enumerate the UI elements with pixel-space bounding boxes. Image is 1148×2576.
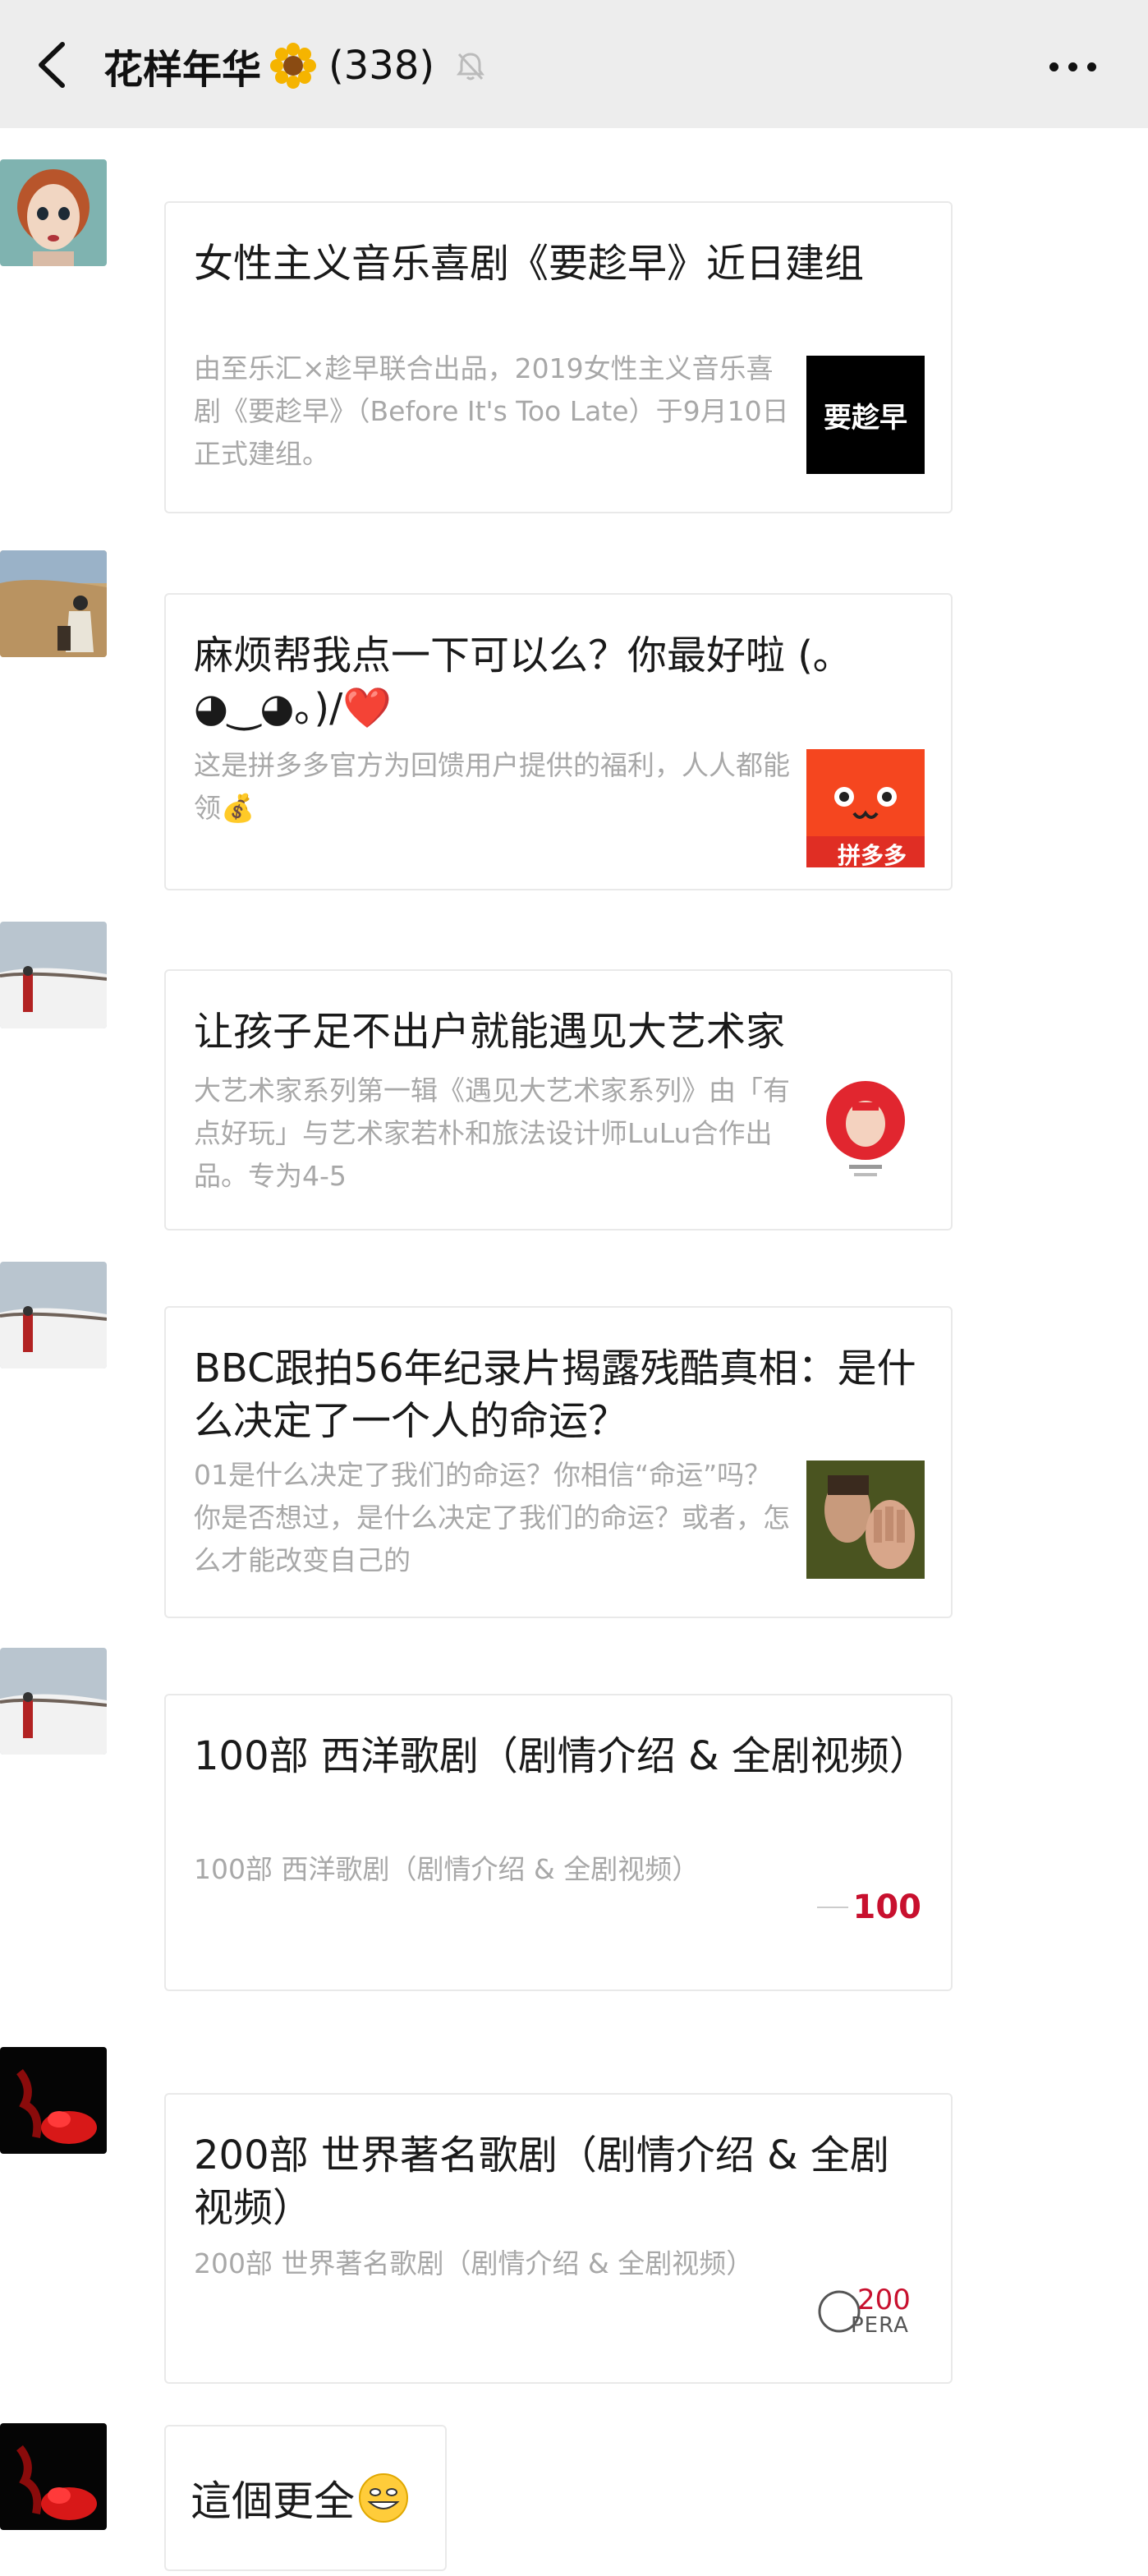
card-thumbnail: 100 — [806, 1848, 925, 1966]
avatar[interactable] — [0, 1648, 107, 1755]
card-title: BBC跟拍56年纪录片揭露残酷真相：是什么决定了一个人的命运？ — [194, 1346, 916, 1444]
card-title: 女性主义音乐喜剧《要趁早》近日建组 — [194, 241, 865, 287]
more-options-button[interactable] — [1045, 46, 1102, 87]
grinning-face-icon — [359, 2473, 408, 2523]
link-card[interactable]: 让孩子足不出户就能遇见大艺术家 大艺术家系列第一辑《遇见大艺术家系列》由「有点好… — [164, 969, 953, 1230]
member-count: (338) — [328, 43, 435, 89]
avatar[interactable] — [0, 159, 107, 266]
link-card[interactable]: 麻烦帮我点一下可以么？你最好啦 (｡◕‿◕｡)/❤️ 这是拼多多官方为回馈用户提… — [164, 593, 953, 890]
pinduoduo-thumbnail: 拼多多 — [806, 749, 925, 867]
card-description: 100部 西洋歌剧（剧情介绍 & 全剧视频） — [194, 1853, 700, 1885]
avatar[interactable] — [0, 922, 107, 1028]
card-thumbnail: 200 PERA — [806, 2251, 925, 2369]
card-thumbnail — [806, 1070, 925, 1188]
thumbnail-logo-text: PERA — [851, 2313, 909, 2338]
back-button[interactable] — [28, 36, 77, 94]
card-thumbnail — [806, 1460, 925, 1579]
card-thumbnail: 要趁早 — [806, 356, 925, 474]
chat-header: 花样年华 (338) — [0, 0, 1148, 128]
thumbnail-logo-text: 100 — [852, 1888, 922, 1926]
avatar[interactable] — [0, 2423, 107, 2530]
card-description: 大艺术家系列第一辑《遇见大艺术家系列》由「有点好玩」与艺术家若朴和旅法设计师Lu… — [194, 1074, 790, 1192]
card-title: 200部 世界著名歌剧（剧情介绍 & 全剧视频） — [194, 2132, 889, 2231]
ellipsis-icon — [1049, 62, 1058, 71]
avatar[interactable] — [0, 1262, 107, 1368]
link-card[interactable]: BBC跟拍56年纪录片揭露残酷真相：是什么决定了一个人的命运？ 01是什么决定了… — [164, 1306, 953, 1618]
card-title: 麻烦帮我点一下可以么？你最好啦 (｡◕‿◕｡)/❤️ — [194, 632, 833, 731]
sunflower-icon — [270, 43, 317, 89]
chevron-left-icon — [39, 42, 65, 88]
avatar[interactable] — [0, 2047, 107, 2154]
card-description: 这是拼多多官方为回馈用户提供的福利，人人都能领💰 — [194, 749, 790, 824]
pinduoduo-label: 拼多多 — [838, 842, 907, 867]
link-card[interactable]: 200部 世界著名歌剧（剧情介绍 & 全剧视频） 200部 世界著名歌剧（剧情介… — [164, 2093, 953, 2384]
bell-slash-icon — [457, 53, 485, 80]
card-description: 由至乐汇×趁早联合出品，2019女性主义音乐喜剧《要趁早》（Before It'… — [194, 352, 789, 470]
card-description: 01是什么决定了我们的命运？你相信“命运”吗？你是否想过，是什么决定了我们的命运… — [194, 1459, 790, 1576]
card-description: 200部 世界著名歌剧（剧情介绍 & 全剧视频） — [194, 2247, 754, 2279]
card-title: 让孩子足不出户就能遇见大艺术家 — [194, 1009, 786, 1055]
thumbnail-logo-number: 200 — [857, 2284, 911, 2316]
link-card[interactable]: 女性主义音乐喜剧《要趁早》近日建组 由至乐汇×趁早联合出品，2019女性主义音乐… — [164, 201, 953, 513]
link-card[interactable]: 100部 西洋歌剧（剧情介绍 & 全剧视频） 100部 西洋歌剧（剧情介绍 & … — [164, 1694, 953, 1991]
group-name: 花样年华 — [103, 47, 262, 93]
text-message[interactable]: 這個更全 — [164, 2425, 447, 2571]
card-title: 100部 西洋歌剧（剧情介绍 & 全剧视频） — [194, 1733, 929, 1779]
avatar[interactable] — [0, 550, 107, 657]
thumbnail-logo-text: 要趁早 — [824, 401, 907, 435]
chat-title[interactable]: 花样年华 (338) — [103, 33, 489, 99]
message-text: 這個更全 — [191, 2477, 355, 2525]
